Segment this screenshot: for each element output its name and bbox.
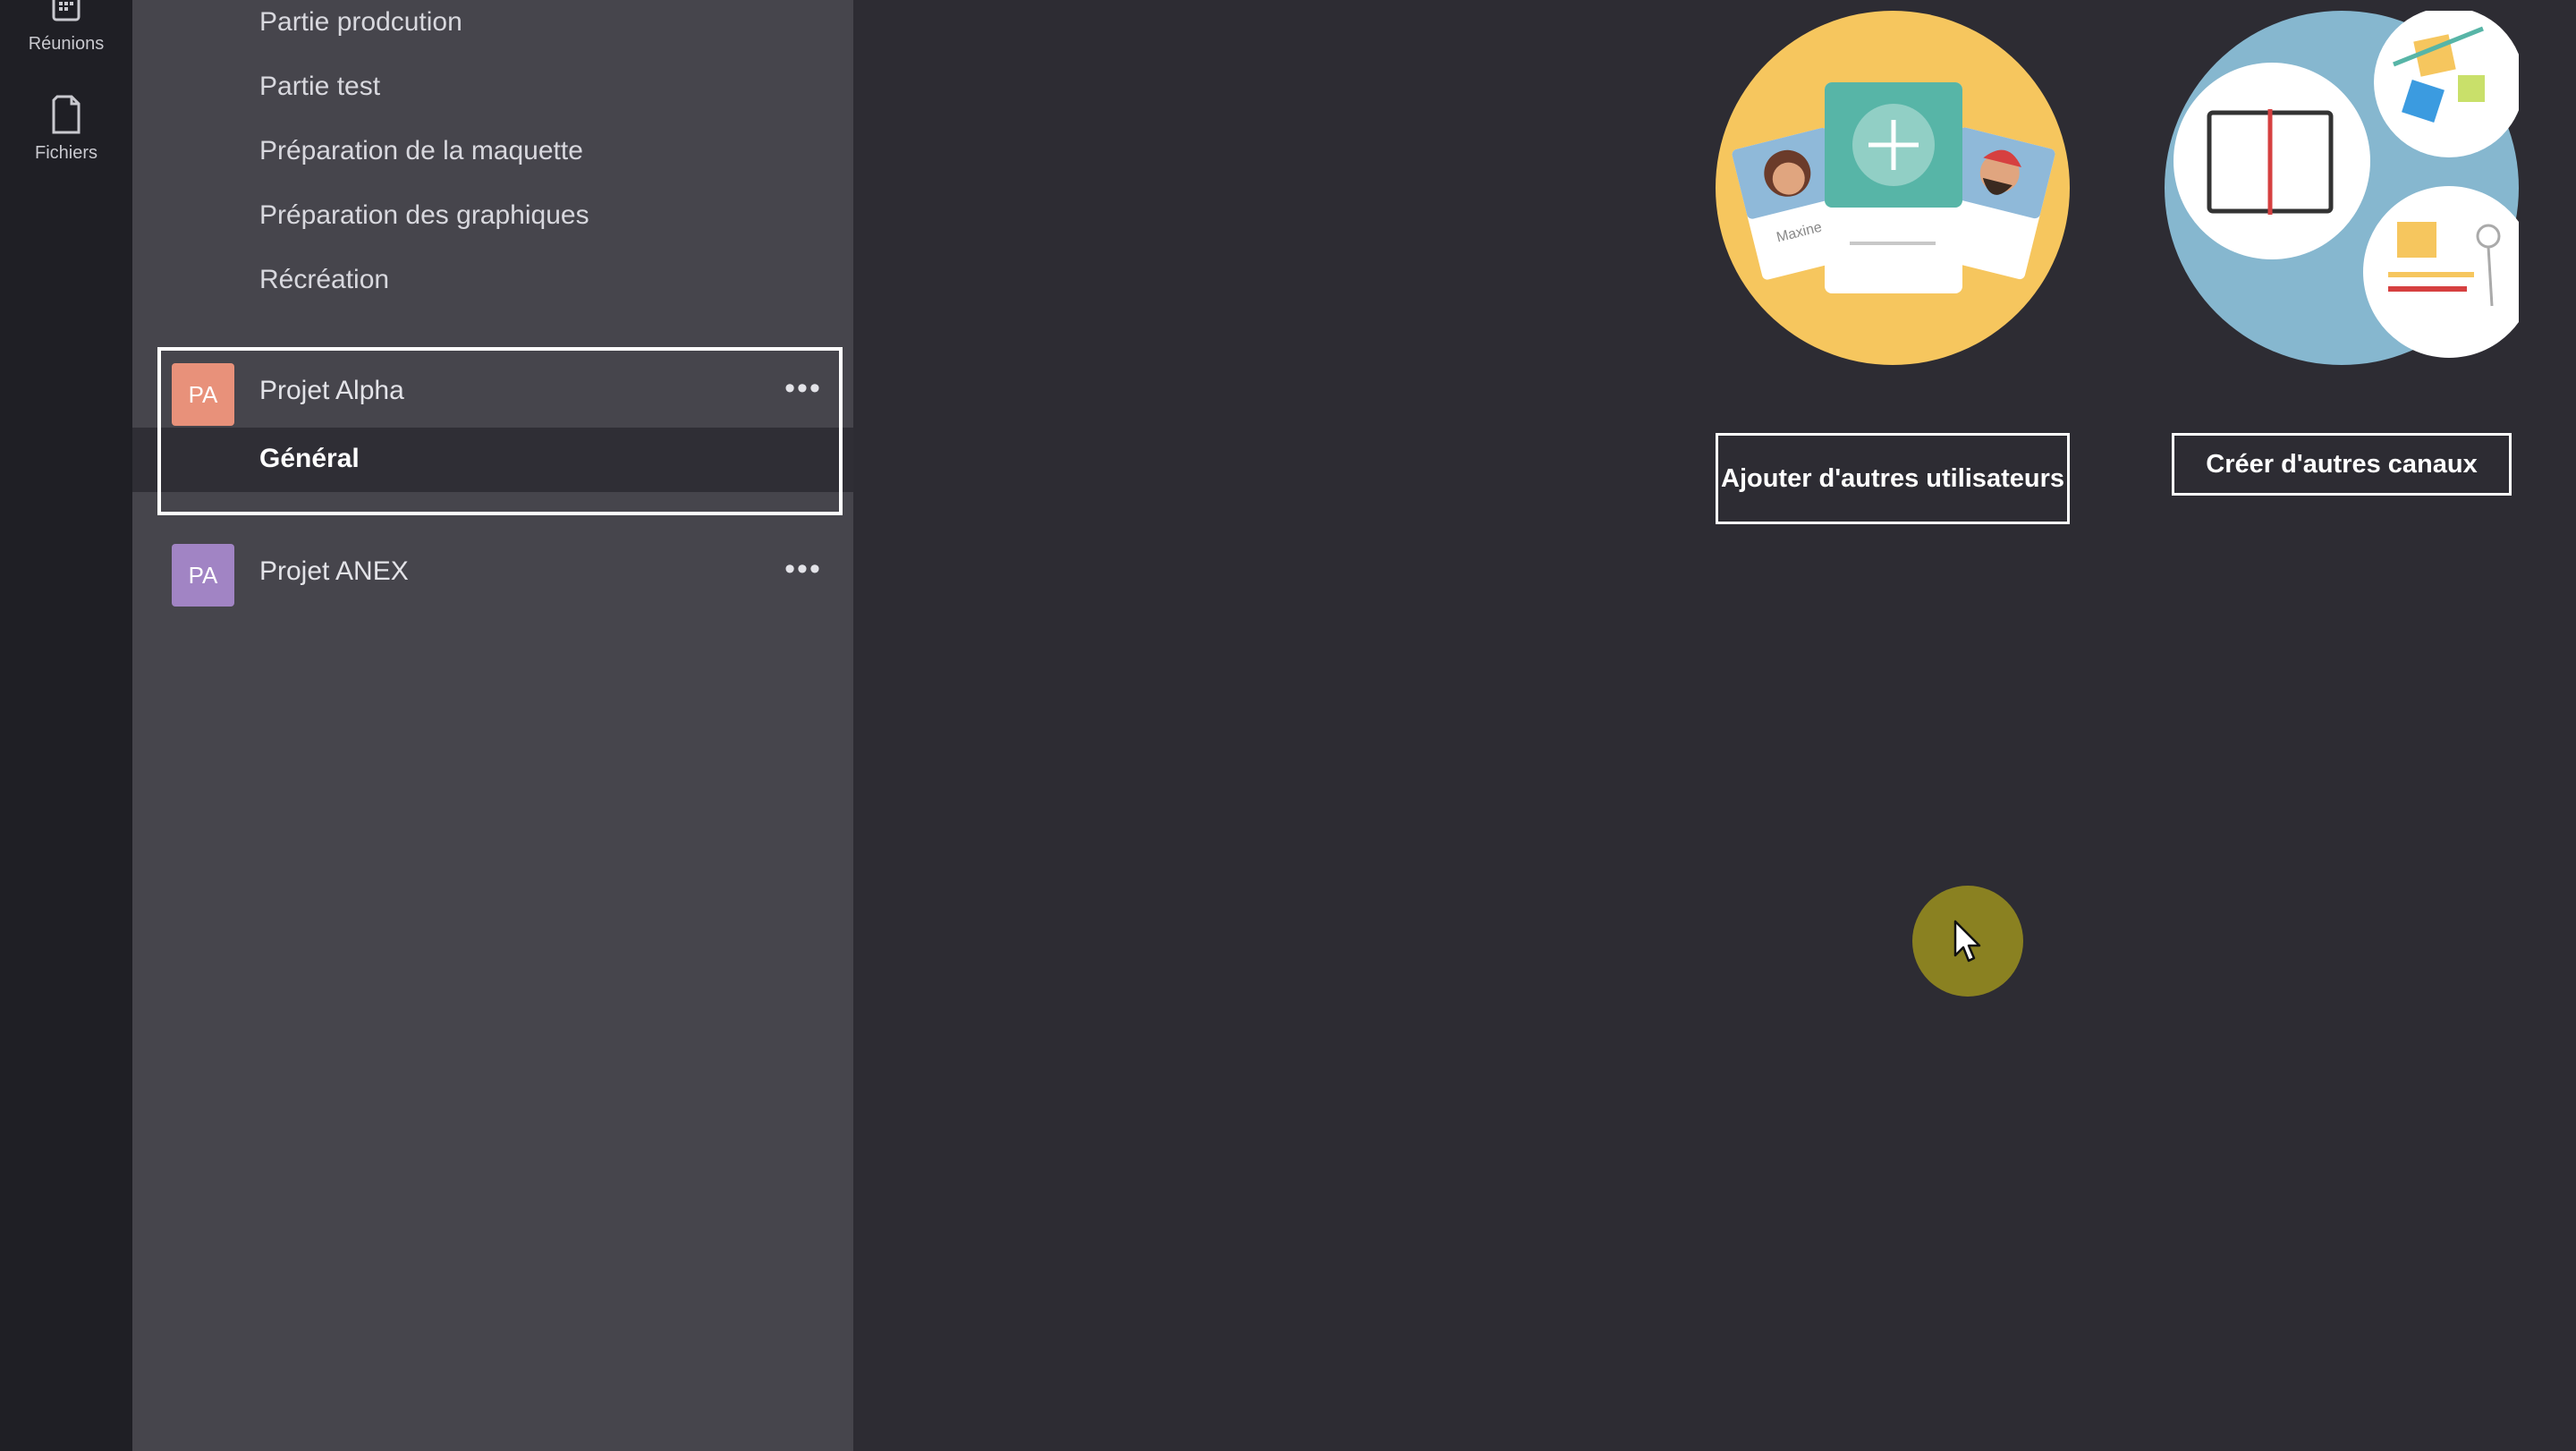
team-name: Projet ANEX [259,556,409,586]
team-row-projet-anex[interactable]: PA Projet ANEX ••• [132,537,853,608]
calendar-icon [52,0,80,21]
channel-item[interactable]: Récréation [259,265,389,295]
create-channels-button[interactable]: Créer d'autres canaux [2172,433,2512,496]
add-users-illustration: Maxine [1716,11,2070,365]
appbar-item-fichiers[interactable]: Fichiers [0,93,132,164]
channel-list-panel: Partie prodcution Partie test Préparatio… [132,0,853,1451]
add-users-button[interactable]: Ajouter d'autres utilisateurs [1716,433,2070,524]
appbar-label: Réunions [28,34,105,54]
main-content: Maxine Ajouter d'autres utilisateurs Cré… [853,0,2576,1451]
app-bar: Réunions Fichiers [0,0,132,1451]
channel-item[interactable]: Partie test [259,72,380,102]
create-channels-illustration [2165,11,2519,365]
appbar-item-reunions[interactable]: Réunions [0,0,132,55]
mouse-pointer-icon [1953,920,1981,963]
channel-item[interactable]: Partie prodcution [259,7,462,38]
teams-window: Réunions Fichiers Partie prodcution Part… [0,0,2576,1451]
highlight-annotation [157,347,843,515]
channel-item[interactable]: Préparation de la maquette [259,136,583,166]
team-avatar: PA [172,544,234,607]
appbar-label: Fichiers [34,143,97,163]
more-options-icon[interactable]: ••• [776,551,830,587]
cursor-highlight [1912,886,2023,997]
channel-item[interactable]: Préparation des graphiques [259,200,589,231]
file-icon [52,95,80,134]
